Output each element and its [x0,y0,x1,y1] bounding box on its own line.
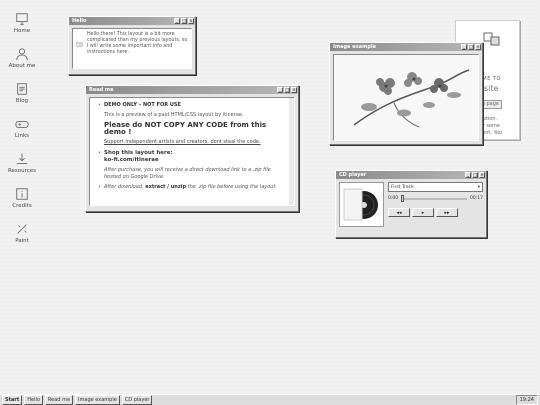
sidebar-item-label: Paint [15,238,29,244]
sidebar-item-label: Credits [12,203,32,209]
readme-scrollbar[interactable] [289,98,294,205]
cd-body: First Track ▾ 0:00 00:17 ◂◂ ▸ ▸▸ [336,179,486,230]
download-icon [16,153,28,164]
sidebar-item-home[interactable]: Home [0,12,44,34]
list-item: Shop this layout here: [104,150,288,157]
after-download-prefix: After download, [104,184,144,190]
sidebar-item-label: Blog [15,98,29,104]
folder-icon [76,41,83,48]
close-button[interactable]: × [188,18,194,24]
image-titlebar[interactable]: Image example _ □ × [330,43,482,51]
time-end: 00:17 [470,196,483,201]
computer-icon [483,32,500,46]
demo-notice: DEMO ONLY – NOT FOR USE [104,102,181,108]
sidebar-item-label: Links [14,133,30,139]
shop-label: Shop this layout here: [104,150,173,156]
clock: 19:24 [515,395,538,405]
time-start: 0:00 [388,196,399,201]
album-art [339,182,384,227]
cd-player-window[interactable]: CD player _ □ × First Track ▾ 0:00 00:17… [335,170,487,238]
seek-bar[interactable] [401,194,468,202]
brush-icon [17,224,27,234]
sidebar-item-paint[interactable]: Paint [0,222,44,244]
sidebar-item-blog[interactable]: Blog [0,82,44,104]
list-item: DEMO ONLY – NOT FOR USE [104,102,288,109]
list-item: Please do NOT COPY ANY CODE from this de… [104,122,288,136]
list-item: After download, extract / unzip the .zip… [104,184,288,191]
sidebar-item-label: Resources [7,168,37,174]
sidebar-item-resources[interactable]: Resources [0,152,44,174]
cd-disc-icon [343,188,378,221]
close-button[interactable]: × [291,87,297,93]
chevron-down-icon: ▾ [477,184,480,190]
readme-window[interactable]: Read me _ □ × DEMO ONLY – NOT FOR USE Th… [85,85,299,212]
preview-text: This is a preview of a paid HTML/CSS lay… [104,112,244,118]
flower-painting [353,69,470,128]
after-download-suffix: the .zip file before using the layout. [187,184,277,190]
gamepad-icon [15,120,29,128]
sidebar-item-about[interactable]: About me [0,47,44,69]
taskbar-item-hello[interactable]: Hello [24,395,43,405]
hello-window[interactable]: Hello _ □ × Hello there! This layout is … [68,16,196,75]
hello-titlebar[interactable]: Hello _ □ × [69,17,195,25]
playback-buttons: ◂◂ ▸ ▸▸ [388,208,483,217]
image-window[interactable]: Image example _ □ × [329,42,483,145]
taskbar: Start Hello Read me Image example CD pla… [0,394,540,405]
readme-list: DEMO ONLY – NOT FOR USE This is a previe… [104,102,288,191]
info-icon [16,188,28,200]
play-button[interactable]: ▸ [412,208,434,217]
taskbar-item-readme[interactable]: Read me [44,395,74,405]
close-button[interactable]: × [475,44,481,50]
sidebar-item-links[interactable]: Links [0,117,44,139]
start-button[interactable]: Start [2,395,23,405]
minimize-button[interactable]: _ [174,18,180,24]
taskbar-item-cd[interactable]: CD player [121,395,153,405]
minimize-button[interactable]: _ [277,87,283,93]
readme-content: DEMO ONLY – NOT FOR USE This is a previe… [89,97,295,206]
list-item: ko-fi.com/itinerae [104,157,288,164]
minimize-button[interactable]: _ [465,172,471,178]
window-title: Hello [72,18,87,24]
after-download-bold: extract / unzip [145,184,187,190]
after-purchase-text: After purchase, you will receive a direc… [104,167,271,180]
previous-button[interactable]: ◂◂ [388,208,410,217]
track-select[interactable]: First Track ▾ [388,182,483,192]
maximize-button[interactable]: □ [181,18,187,24]
support-link[interactable]: Support independent artists and creators… [104,139,261,145]
cd-controls: First Track ▾ 0:00 00:17 ◂◂ ▸ ▸▸ [388,182,483,227]
track-select-value: First Track [391,184,414,190]
list-item: This is a preview of a paid HTML/CSS lay… [104,112,288,119]
timeline: 0:00 00:17 [388,194,483,202]
user-icon [16,48,28,61]
readme-titlebar[interactable]: Read me _ □ × [86,86,298,94]
shop-link[interactable]: ko-fi.com/itinerae [104,157,159,163]
window-title: Image example [333,44,377,50]
no-copy-warning: Please do NOT COPY ANY CODE from this de… [104,121,267,136]
maximize-button[interactable]: □ [468,44,474,50]
cd-titlebar[interactable]: CD player _ □ × [336,171,486,179]
list-item: Support independent artists and creators… [104,139,288,146]
maximize-button[interactable]: □ [284,87,290,93]
monitor-icon [16,13,28,25]
document-icon [17,83,27,95]
image-content [333,54,479,141]
sidebar: Home About me Blog Links Resources Credi… [0,12,44,257]
taskbar-item-image[interactable]: Image example [75,395,120,405]
window-title: Read me [89,87,114,93]
sidebar-item-credits[interactable]: Credits [0,187,44,209]
list-item: After purchase, you will receive a direc… [104,167,288,181]
minimize-button[interactable]: _ [461,44,467,50]
sidebar-item-label: Home [13,28,31,34]
hello-content: Hello there! This layout is a bit more c… [72,28,192,69]
window-title: CD player [339,172,367,178]
maximize-button[interactable]: □ [472,172,478,178]
next-button[interactable]: ▸▸ [436,208,458,217]
sidebar-item-label: About me [8,63,36,69]
hello-text: Hello there! This layout is a bit more c… [86,32,188,55]
close-button[interactable]: × [479,172,485,178]
seek-knob[interactable] [401,194,405,202]
